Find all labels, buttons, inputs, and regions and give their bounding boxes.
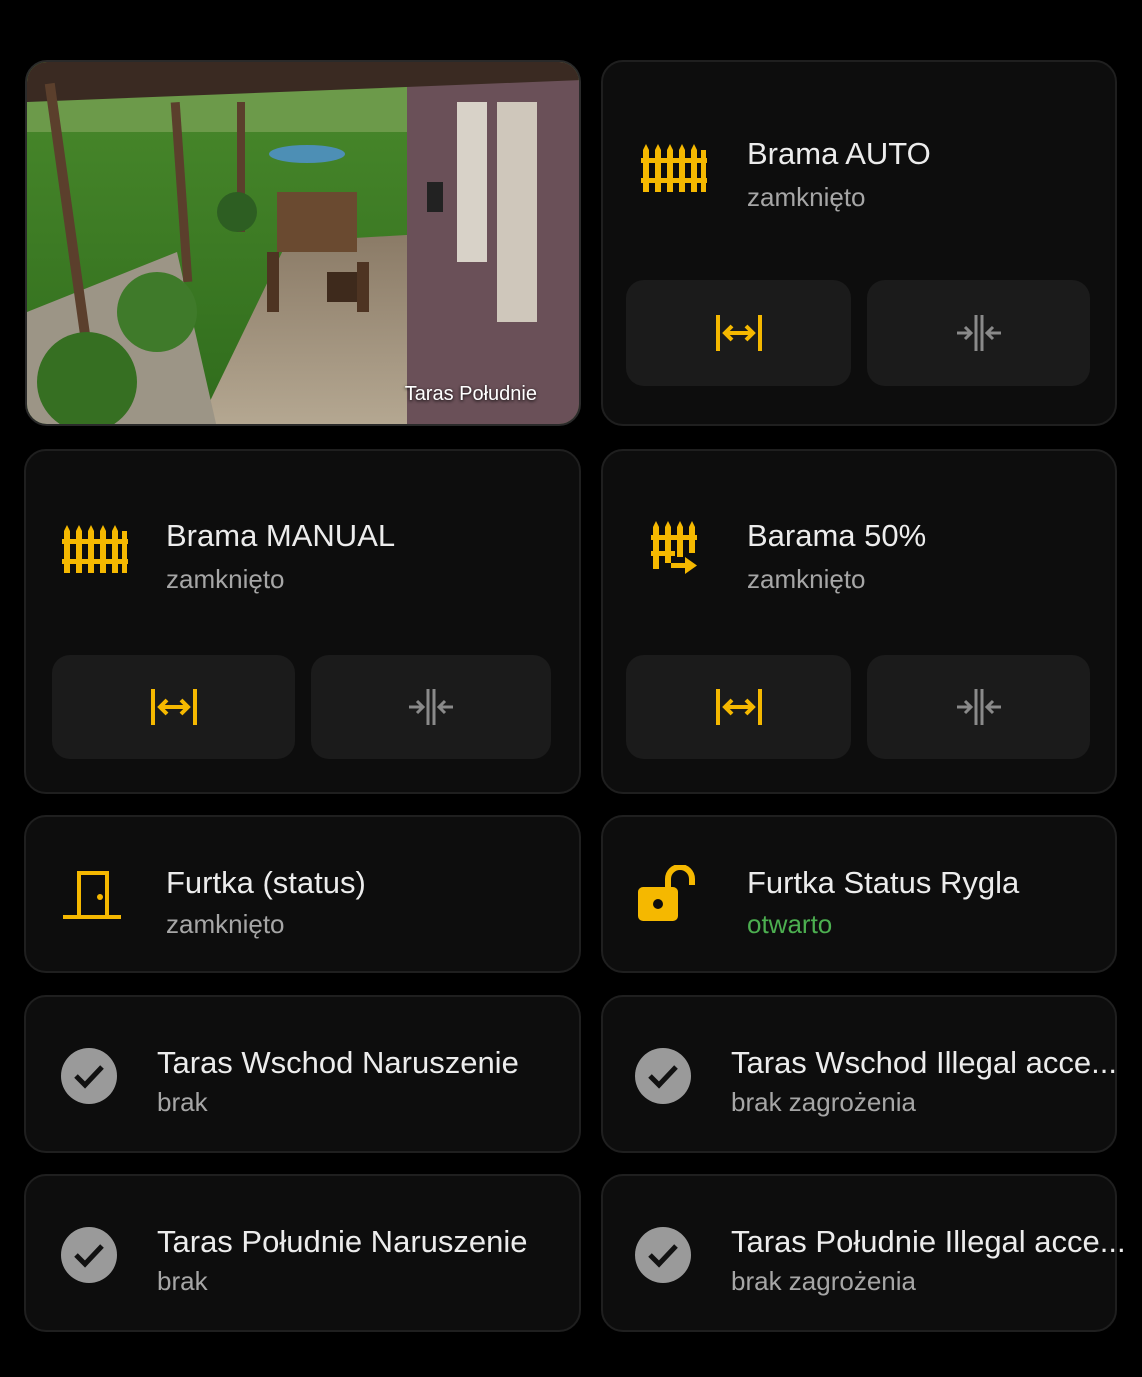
card-title: Furtka Status Rygla bbox=[747, 865, 1020, 900]
card-title: Taras Południe Illegal acce... bbox=[731, 1224, 1126, 1259]
card-state: brak bbox=[157, 1087, 208, 1117]
open-button[interactable] bbox=[52, 655, 295, 759]
close-button[interactable] bbox=[311, 655, 551, 759]
card-barama-50[interactable]: Barama 50% zamknięto bbox=[601, 449, 1117, 794]
card-taras-wschod-naruszenie[interactable]: Taras Wschod Naruszenie brak bbox=[24, 995, 581, 1153]
card-title: Furtka (status) bbox=[166, 865, 366, 900]
arrow-expand-horizontal-icon bbox=[715, 315, 762, 351]
card-taras-poludnie-illegal[interactable]: Taras Południe Illegal acce... brak zagr… bbox=[601, 1174, 1126, 1332]
card-state: brak zagrożenia bbox=[731, 1087, 916, 1117]
check-circle-icon bbox=[635, 1048, 691, 1104]
door-icon bbox=[63, 871, 121, 919]
card-title: Barama 50% bbox=[747, 518, 927, 553]
card-state: zamknięto bbox=[747, 182, 866, 212]
card-taras-wschod-illegal[interactable]: Taras Wschod Illegal acce... brak zagroż… bbox=[601, 995, 1117, 1153]
lock-open-icon bbox=[638, 865, 695, 921]
arrow-collapse-horizontal-icon bbox=[956, 315, 1001, 351]
card-taras-poludnie-naruszenie[interactable]: Taras Południe Naruszenie brak bbox=[24, 1174, 581, 1332]
card-title: Taras Wschod Illegal acce... bbox=[731, 1045, 1117, 1080]
card-title: Brama AUTO bbox=[747, 136, 931, 171]
card-title: Taras Wschod Naruszenie bbox=[157, 1045, 519, 1080]
card-state: zamknięto bbox=[166, 564, 285, 594]
card-state: otwarto bbox=[747, 909, 833, 939]
arrow-collapse-horizontal-icon bbox=[409, 689, 453, 725]
check-circle-icon bbox=[61, 1227, 117, 1283]
close-button[interactable] bbox=[867, 280, 1090, 386]
card-brama-manual[interactable]: Brama MANUAL zamknięto bbox=[24, 449, 581, 794]
card-furtka-status[interactable]: Furtka (status) zamknięto bbox=[24, 815, 581, 973]
close-button[interactable] bbox=[867, 655, 1090, 759]
fence-icon bbox=[62, 525, 128, 573]
open-button[interactable] bbox=[626, 280, 851, 386]
camera-tile[interactable]: Taras Południe bbox=[25, 60, 581, 426]
arrow-expand-horizontal-icon bbox=[150, 689, 197, 725]
fence-icon bbox=[641, 144, 707, 192]
fence-arrow-icon bbox=[651, 521, 697, 574]
check-circle-icon bbox=[61, 1048, 117, 1104]
card-title: Brama MANUAL bbox=[166, 518, 396, 553]
card-state: brak zagrożenia bbox=[731, 1266, 916, 1296]
camera-image bbox=[27, 62, 579, 424]
card-furtka-rygiel[interactable]: Furtka Status Rygla otwarto bbox=[601, 815, 1117, 973]
check-circle-icon bbox=[635, 1227, 691, 1283]
card-state: zamknięto bbox=[166, 909, 285, 939]
arrow-collapse-horizontal-icon bbox=[956, 689, 1001, 725]
card-brama-auto[interactable]: Brama AUTO zamknięto bbox=[601, 60, 1117, 426]
card-state: brak bbox=[157, 1266, 208, 1296]
card-state: zamknięto bbox=[747, 564, 866, 594]
open-button[interactable] bbox=[626, 655, 851, 759]
card-title: Taras Południe Naruszenie bbox=[157, 1224, 528, 1259]
camera-label: Taras Południe bbox=[404, 383, 537, 405]
arrow-expand-horizontal-icon bbox=[715, 689, 762, 725]
